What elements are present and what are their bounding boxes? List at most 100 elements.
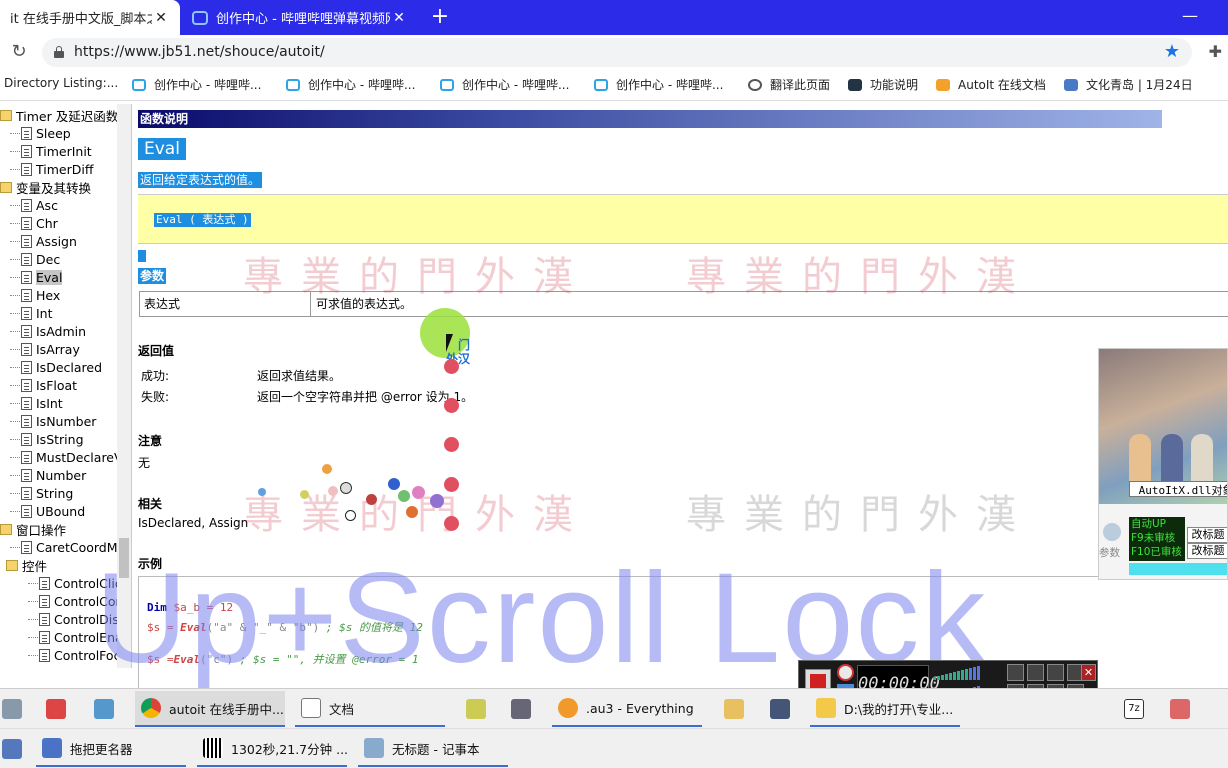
taskbar-app[interactable] — [88, 691, 118, 727]
speaker-volume-meter[interactable] — [933, 665, 1003, 681]
document-icon — [21, 432, 32, 446]
document-icon — [21, 486, 32, 500]
tree-item-label: TimerInit — [36, 143, 92, 159]
taskbar-app[interactable] — [460, 691, 490, 727]
tab-strip: it 在线手册中文版_脚本之家 ✕ 创作中心 - 哔哩哔哩弹幕视频网 ✕ + — — [0, 0, 1228, 35]
minimize-button[interactable]: — — [1182, 6, 1198, 25]
tree-item[interactable]: 控件 — [6, 556, 47, 574]
tree-item[interactable]: IsDeclared — [10, 358, 102, 376]
address-bar[interactable]: https://www.jb51.net/shouce/autoit/ ★ — [42, 38, 1192, 67]
tree-item[interactable]: 窗口操作 — [0, 520, 66, 538]
bookmark-label: 创作中心 - 哔哩哔... — [462, 78, 570, 92]
return-title: 返回值 — [138, 344, 175, 358]
tree-item[interactable]: Asc — [10, 196, 58, 214]
tree-item[interactable]: UBound — [10, 502, 85, 520]
tree-item[interactable]: TimerInit — [10, 142, 92, 160]
tree-item[interactable]: TimerDiff — [10, 160, 93, 178]
progress-strip — [1129, 563, 1227, 575]
success-label: 成功: — [141, 369, 170, 383]
taskbar-renamer[interactable]: 拖把更名器 — [36, 731, 186, 767]
taskbar-notepad[interactable]: 无标题 - 记事本 — [358, 731, 508, 767]
document-icon — [21, 216, 32, 230]
taskbar-label: 文档 — [329, 701, 355, 717]
news-icon — [1064, 78, 1078, 91]
tree-guide — [10, 456, 20, 458]
document-icon — [21, 540, 32, 554]
rename-title-button[interactable]: 改标题 — [1187, 543, 1227, 559]
tree-item[interactable]: Dec — [10, 250, 60, 268]
taskbar-app[interactable] — [0, 731, 22, 767]
tree-item[interactable]: Eval — [10, 268, 63, 286]
tree-guide — [10, 294, 20, 296]
tree-item[interactable]: IsInt — [10, 394, 63, 412]
star-icon[interactable]: ★ — [1164, 41, 1180, 62]
taskbar-app[interactable]: 7z — [1118, 691, 1148, 727]
bookmark-item[interactable]: 文化青岛 | 1月24日 — [1064, 76, 1193, 93]
gear-icon[interactable] — [1047, 664, 1064, 681]
tree-item[interactable]: Chr — [10, 214, 58, 232]
rename-title-button[interactable]: 改标题 — [1187, 527, 1227, 543]
related-link[interactable]: IsDeclared, Assign — [138, 516, 248, 530]
bookmark-item[interactable]: 创作中心 - 哔哩哔... — [286, 76, 415, 93]
taskbar-app[interactable] — [40, 691, 70, 727]
taskbar-timer[interactable]: 1302秒,21.7分钟 ... — [197, 731, 347, 767]
tree-item-label: Hex — [36, 287, 61, 303]
tree-item[interactable]: MustDeclareV — [10, 448, 123, 466]
tree-item-label: IsString — [36, 431, 84, 447]
folder-icon — [724, 699, 744, 719]
taskbar-app[interactable] — [505, 691, 535, 727]
overlay-side: 参数 — [1099, 517, 1129, 577]
tree-item[interactable]: Sleep — [10, 124, 71, 142]
tree-guide — [10, 132, 20, 134]
app-icon — [94, 699, 114, 719]
tree-item[interactable]: IsArray — [10, 340, 80, 358]
play-icon[interactable] — [1103, 523, 1121, 541]
taskbar-app[interactable] — [718, 691, 748, 727]
params-title: 参数 — [138, 268, 167, 284]
tree-item[interactable]: Int — [10, 304, 53, 322]
tree-item[interactable]: Assign — [10, 232, 77, 250]
tree-guide — [10, 348, 20, 350]
taskbar-chrome[interactable]: autoit 在线手册中... — [135, 691, 285, 727]
chrome-icon — [141, 698, 161, 718]
bookmark-item[interactable]: Directory Listing:... — [4, 76, 118, 90]
document-icon — [21, 234, 32, 248]
bookmark-label: 文化青岛 | 1月24日 — [1086, 78, 1193, 92]
tree-item[interactable]: IsAdmin — [10, 322, 86, 340]
tree-item[interactable]: IsString — [10, 430, 84, 448]
taskbar-app[interactable] — [764, 691, 794, 727]
bookmark-item[interactable]: 翻译此页面 — [748, 76, 830, 93]
tree-item[interactable]: String — [10, 484, 73, 502]
close-icon[interactable]: ✕ — [1081, 664, 1096, 681]
tree-item[interactable]: Number — [10, 466, 86, 484]
close-icon[interactable]: ✕ — [390, 10, 408, 26]
taskbar-docs[interactable]: 文档 — [295, 691, 445, 727]
new-tab-button[interactable]: + — [428, 5, 452, 29]
tree-item[interactable]: IsNumber — [10, 412, 96, 430]
tab-bilibili[interactable]: 创作中心 - 哔哩哔哩弹幕视频网 ✕ — [182, 0, 418, 35]
bookmark-item[interactable]: AutoIt 在线文档 — [936, 76, 1046, 93]
taskbar-explorer[interactable]: D:\我的打开\专业... — [810, 691, 960, 727]
tab-autoit[interactable]: it 在线手册中文版_脚本之家 ✕ — [0, 0, 180, 35]
tree-item[interactable]: Hex — [10, 286, 60, 304]
taskbar-app[interactable] — [0, 691, 22, 727]
tree-item[interactable]: Timer 及延迟函数 — [0, 106, 118, 124]
taskbar-everything[interactable]: .au3 - Everything — [552, 691, 702, 727]
reload-button[interactable]: ↻ — [8, 41, 30, 63]
tree-item-label: TimerDiff — [36, 161, 94, 177]
folder-icon[interactable] — [1027, 664, 1044, 681]
close-icon[interactable]: ✕ — [152, 10, 170, 26]
camera-icon[interactable] — [1007, 664, 1024, 681]
tree-item-label: IsDeclared — [36, 359, 103, 375]
bookmark-item[interactable]: 功能说明 — [848, 76, 918, 93]
bookmark-item[interactable]: 创作中心 - 哔哩哔... — [594, 76, 723, 93]
ball-decoration — [430, 494, 444, 508]
tree-item-label: Eval — [36, 269, 63, 285]
taskbar-app[interactable] — [1164, 691, 1194, 727]
extension-icon[interactable]: ✚ — [1209, 42, 1222, 61]
timer-icon[interactable] — [837, 664, 854, 681]
bookmark-item[interactable]: 创作中心 - 哔哩哔... — [132, 76, 261, 93]
tree-item[interactable]: 变量及其转换 — [0, 178, 91, 196]
tree-item[interactable]: IsFloat — [10, 376, 77, 394]
bookmark-item[interactable]: 创作中心 - 哔哩哔... — [440, 76, 569, 93]
